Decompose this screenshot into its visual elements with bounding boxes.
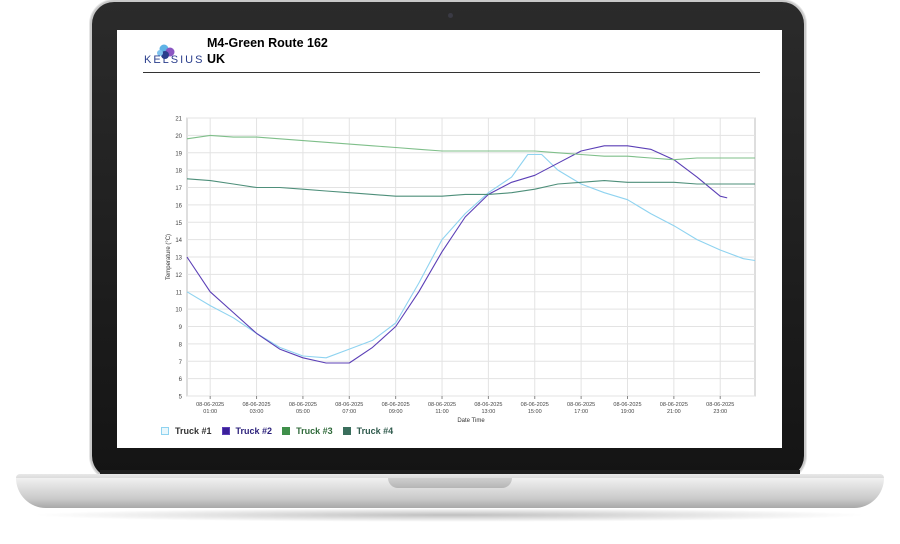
y-tick-label: 8 bbox=[179, 342, 183, 348]
x-tick-time: 03:00 bbox=[250, 409, 264, 415]
legend-item-truck-2[interactable]: Truck #2 bbox=[221, 426, 273, 436]
laptop-notch bbox=[388, 478, 512, 488]
x-tick-date: 08-06-2025 bbox=[242, 402, 270, 408]
x-tick-date: 08-06-2025 bbox=[613, 402, 641, 408]
legend-item-truck-1[interactable]: Truck #1 bbox=[161, 426, 212, 436]
y-tick-label: 17 bbox=[175, 186, 182, 192]
x-tick-date: 08-06-2025 bbox=[521, 402, 549, 408]
report-screen: KELSIUS M4-Green Route 162 UK 5 6 7 8 9 10 11 1… bbox=[117, 30, 782, 448]
x-tick-time: 15:00 bbox=[528, 409, 542, 415]
temperature-chart: 5678910111213141516171819202108-06-20250… bbox=[166, 117, 756, 424]
y-tick-label: 7 bbox=[179, 360, 183, 366]
y-tick-label: 5 bbox=[179, 395, 183, 401]
legend-swatch bbox=[342, 427, 351, 435]
y-tick-label: 12 bbox=[175, 273, 182, 279]
y-tick-label: 11 bbox=[176, 290, 183, 296]
y-tick-label: 9 bbox=[179, 325, 183, 331]
x-tick-date: 08-06-2025 bbox=[660, 402, 688, 408]
legend-swatch bbox=[161, 427, 169, 435]
y-tick-label: 14 bbox=[175, 238, 182, 244]
y-axis-label: Temperature (°C) bbox=[166, 234, 172, 280]
x-tick-date: 08-06-2025 bbox=[706, 402, 734, 408]
x-tick-date: 08-06-2025 bbox=[474, 402, 502, 408]
y-tick-label: 15 bbox=[175, 221, 182, 227]
y-tick-label: 21 bbox=[175, 117, 182, 123]
legend-swatch bbox=[221, 427, 230, 435]
x-tick-date: 08-06-2025 bbox=[289, 402, 317, 408]
x-tick-time: 01:00 bbox=[203, 409, 217, 415]
legend-label: Truck #4 bbox=[356, 426, 394, 436]
x-tick-date: 08-06-2025 bbox=[567, 402, 595, 408]
camera-icon bbox=[448, 13, 453, 18]
legend-item-truck-3[interactable]: Truck #3 bbox=[282, 426, 333, 436]
x-tick-date: 08-06-2025 bbox=[196, 402, 224, 408]
x-tick-date: 08-06-2025 bbox=[335, 402, 363, 408]
legend-swatch bbox=[282, 427, 291, 435]
legend-label: Truck #3 bbox=[296, 426, 333, 436]
x-tick-time: 17:00 bbox=[574, 409, 588, 415]
laptop-shadow bbox=[30, 508, 870, 522]
x-axis-label: Date Time bbox=[457, 418, 485, 424]
x-tick-time: 23:00 bbox=[713, 409, 727, 415]
y-tick-label: 18 bbox=[175, 169, 182, 175]
legend-label: Truck #2 bbox=[235, 426, 273, 436]
x-tick-time: 19:00 bbox=[621, 409, 635, 415]
chart-legend: Truck #1 Truck #2 Truck #3 Truck #4 bbox=[161, 426, 393, 436]
x-tick-date: 08-06-2025 bbox=[428, 402, 456, 408]
x-tick-time: 21:00 bbox=[667, 409, 681, 415]
legend-label: Truck #1 bbox=[175, 426, 212, 436]
y-tick-label: 19 bbox=[175, 151, 182, 157]
x-tick-time: 13:00 bbox=[482, 409, 496, 415]
x-tick-time: 09:00 bbox=[389, 409, 403, 415]
x-tick-time: 11:00 bbox=[435, 409, 448, 415]
y-tick-label: 10 bbox=[175, 308, 182, 314]
x-tick-time: 07:00 bbox=[342, 409, 356, 415]
y-tick-label: 20 bbox=[175, 134, 182, 140]
y-tick-label: 16 bbox=[175, 203, 182, 209]
x-tick-time: 05:00 bbox=[296, 409, 310, 415]
x-tick-date: 08-06-2025 bbox=[382, 402, 410, 408]
y-tick-label: 6 bbox=[179, 377, 183, 383]
y-tick-label: 13 bbox=[175, 256, 182, 262]
legend-item-truck-4[interactable]: Truck #4 bbox=[342, 426, 394, 436]
